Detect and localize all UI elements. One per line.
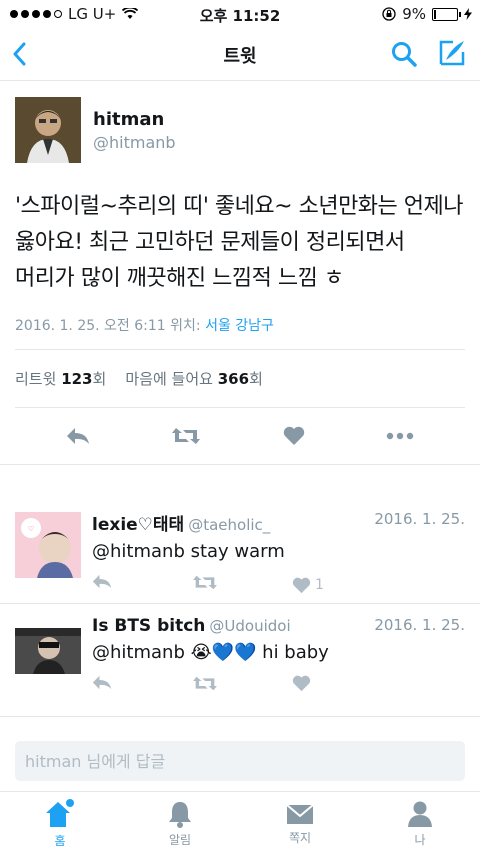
retweet-label: 리트윗 (15, 370, 57, 388)
author-name: hitman (93, 108, 165, 130)
like-label: 마음에 들어요 (125, 370, 213, 388)
reply-text: @hitmanb stay warm (92, 541, 285, 562)
person-icon (408, 801, 432, 827)
like-heart-icon[interactable] (292, 577, 311, 594)
tab-bar: 홈 알림 쪽지 나 (0, 791, 480, 855)
avatar[interactable] (15, 628, 81, 674)
tab-notifications[interactable]: 알림 (120, 792, 240, 855)
like-count[interactable]: 366 (218, 370, 249, 388)
tab-me[interactable]: 나 (360, 792, 480, 855)
status-right: 9% (382, 5, 472, 23)
tab-home[interactable]: 홈 (0, 792, 120, 855)
reply-icon[interactable] (92, 574, 112, 589)
retweet-icon[interactable] (171, 426, 201, 446)
envelope-icon (286, 803, 314, 824)
svg-text:♡: ♡ (28, 525, 34, 533)
author-handle: @hitmanb (93, 132, 176, 152)
tweet-actions (0, 408, 480, 465)
tab-notifications-label: 알림 (168, 832, 192, 847)
retweet-icon[interactable] (192, 675, 218, 692)
retweet-count[interactable]: 123 (61, 370, 92, 388)
tweet-meta: 2016. 1. 25. 오전 6:11 위치: 서울 강남구 (15, 315, 465, 350)
tweet-location[interactable]: 서울 강남구 (205, 318, 274, 334)
avatar[interactable]: ♡ (15, 512, 81, 578)
tweet-datetime: 2016. 1. 25. 오전 6:11 위치: (15, 318, 206, 334)
reply-author-handle: @Udouidoi (209, 617, 291, 635)
tab-home-label: 홈 (54, 833, 66, 848)
reply-date: 2016. 1. 25. (374, 616, 465, 634)
bell-icon (169, 801, 191, 828)
reply-date: 2016. 1. 25. (374, 510, 465, 528)
reply-author-name: lexie♡태태 (92, 515, 185, 535)
reply-like-count: 1 (315, 577, 324, 593)
reply-body: Is BTS bitch @Udouidoi 2016. 1. 25. @hitm… (92, 616, 465, 697)
compose-icon[interactable] (438, 39, 466, 67)
retweet-unit: 회 (92, 370, 107, 388)
battery-label: 9% (402, 5, 426, 23)
like-unit: 회 (249, 370, 263, 388)
reply-actions (92, 675, 465, 697)
reply-author-handle: @taeholic_ (188, 516, 271, 534)
tweet-author[interactable]: hitman @hitmanb (15, 97, 465, 163)
tab-messages[interactable]: 쪽지 (240, 792, 360, 855)
like-heart-icon[interactable] (292, 675, 311, 692)
search-icon[interactable] (391, 41, 417, 67)
tab-messages-label: 쪽지 (288, 830, 312, 845)
reply-box[interactable] (15, 741, 465, 781)
reply-text: @hitmanb 😭💙💙 hi baby (92, 642, 329, 663)
reply-icon[interactable] (66, 427, 90, 445)
rotation-lock-icon (382, 7, 396, 21)
battery-icon (432, 7, 461, 21)
home-icon (46, 798, 74, 827)
reply-actions: 1 (92, 574, 465, 596)
reply-input[interactable] (15, 741, 465, 781)
charging-icon (464, 8, 472, 20)
more-options-icon[interactable] (386, 432, 414, 440)
avatar[interactable] (15, 97, 81, 163)
status-bar: LG U+ 오후 11:52 9% (0, 0, 480, 28)
reply-author-name: Is BTS bitch (92, 616, 206, 636)
reply-item[interactable]: ♡ lexie♡태태 @taeholic_ 2016. 1. 25. @hitma… (0, 498, 480, 604)
tweet-stats: 리트윗 123회 마음에 들어요 366회 (15, 350, 465, 408)
tab-me-label: 나 (414, 832, 426, 847)
main-tweet: hitman @hitmanb '스파이럴~추리의 띠' 좋네요~ 소년만화는 … (0, 97, 480, 465)
reply-item[interactable]: Is BTS bitch @Udouidoi 2016. 1. 25. @hitm… (0, 604, 480, 717)
like-heart-icon[interactable] (283, 426, 305, 446)
reply-icon[interactable] (92, 675, 112, 690)
reply-body: lexie♡태태 @taeholic_ 2016. 1. 25. @hitmanb… (92, 510, 465, 596)
nav-bar: 트윗 (0, 28, 480, 81)
tweet-text: '스파이럴~추리의 띠' 좋네요~ 소년만화는 언제나 옳아요! 최근 고민하던… (15, 194, 464, 291)
retweet-icon[interactable] (192, 574, 218, 591)
